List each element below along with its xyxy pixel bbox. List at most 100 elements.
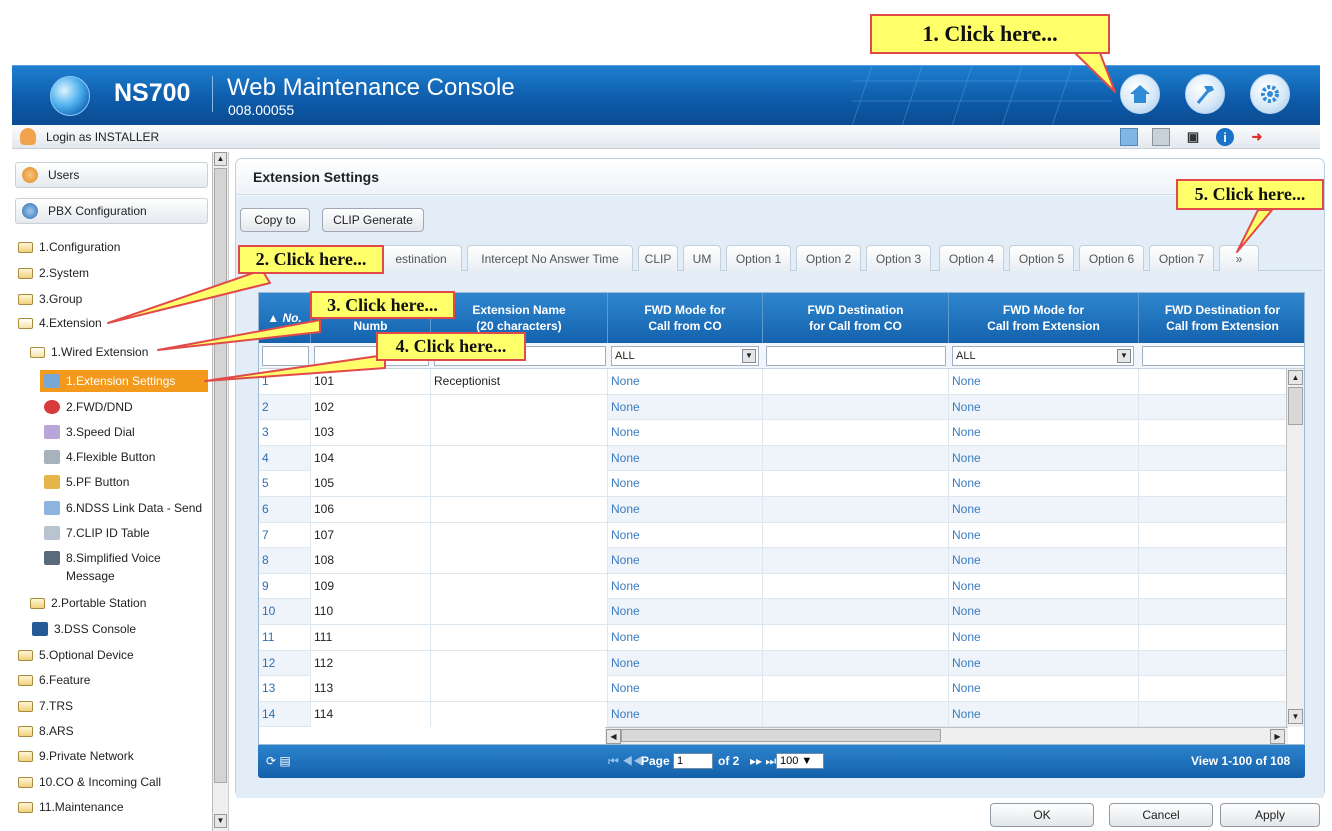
cell-destination[interactable]	[1139, 650, 1288, 676]
tab-fwd-destination[interactable]: estination	[380, 245, 462, 271]
cell-name[interactable]	[431, 548, 608, 574]
cell-number[interactable]: 109	[311, 573, 431, 599]
tree-item-wired-extension[interactable]: 1.Wired Extension	[30, 341, 148, 363]
cell-fwd_co[interactable]: None	[608, 497, 763, 522]
table-row[interactable]: 10 110 None None	[259, 599, 1288, 625]
cancel-button[interactable]: Cancel	[1109, 803, 1213, 827]
calendar-clock-icon[interactable]	[1120, 128, 1138, 146]
tree-item-feature[interactable]: 6.Feature	[18, 669, 90, 691]
column-header-fwd-mode-extension[interactable]: FWD Mode for Call from Extension	[949, 293, 1139, 343]
cell-fwd_ext[interactable]: None	[949, 650, 1139, 676]
cell-destination[interactable]	[1139, 625, 1288, 650]
cell-name[interactable]	[431, 420, 608, 446]
cell-name[interactable]	[431, 676, 608, 702]
cell-name[interactable]	[431, 573, 608, 599]
next-page-icon[interactable]: ▸▸ ⏭	[750, 754, 776, 769]
cell-destination[interactable]	[763, 420, 949, 446]
tab-option-2[interactable]: Option 2	[796, 245, 861, 271]
scroll-down-arrow-icon[interactable]: ▼	[1288, 709, 1303, 724]
cell-number[interactable]: 112	[311, 650, 431, 676]
tree-item-dss-console[interactable]: 3.DSS Console	[32, 618, 136, 640]
cell-fwd_co[interactable]: None	[608, 420, 763, 446]
grid-hscroll-thumb[interactable]	[621, 729, 941, 742]
cell-fwd_co[interactable]: None	[608, 548, 763, 574]
cell-destination[interactable]	[1139, 394, 1288, 420]
tree-item-ndss-link[interactable]: 6.NDSS Link Data - Send	[44, 497, 202, 519]
cell-fwd_ext[interactable]: None	[949, 497, 1139, 522]
filter-fwd-mode-ext-select[interactable]: ALL ▼	[952, 346, 1134, 366]
tab-option-7[interactable]: Option 7	[1149, 245, 1214, 271]
cell-destination[interactable]	[1139, 420, 1288, 446]
tree-item-private-network[interactable]: 9.Private Network	[18, 745, 134, 767]
cell-fwd_ext[interactable]: None	[949, 420, 1139, 446]
apply-button[interactable]: Apply	[1220, 803, 1320, 827]
tab-option-5[interactable]: Option 5	[1009, 245, 1074, 271]
cell-number[interactable]: 111	[311, 625, 431, 650]
cell-destination[interactable]	[1139, 548, 1288, 574]
table-row[interactable]: 5 105 None None	[259, 471, 1288, 497]
cell-number[interactable]: 103	[311, 420, 431, 446]
cell-destination[interactable]	[763, 676, 949, 702]
cell-destination[interactable]	[763, 497, 949, 522]
cell-fwd_co[interactable]: None	[608, 701, 763, 727]
scroll-up-arrow-icon[interactable]: ▲	[1288, 370, 1303, 385]
cell-fwd_ext[interactable]: None	[949, 394, 1139, 420]
tree-item-extension[interactable]: 4.Extension	[18, 312, 102, 334]
tab-option-1[interactable]: Option 1	[726, 245, 791, 271]
grid-vertical-scrollbar[interactable]: ▲ ▼	[1286, 369, 1304, 727]
cell-destination[interactable]	[1139, 522, 1288, 548]
setup-button[interactable]	[1250, 74, 1290, 114]
scroll-down-arrow-icon[interactable]: ▼	[214, 814, 227, 828]
tree-item-group[interactable]: 3.Group	[18, 288, 82, 310]
cell-number[interactable]: 105	[311, 471, 431, 497]
filter-no-input[interactable]	[262, 346, 309, 366]
tree-item-simplified-voice-message-cont[interactable]: Message	[66, 565, 115, 587]
table-row[interactable]: 2 102 None None	[259, 394, 1288, 421]
cell-number[interactable]: 104	[311, 445, 431, 471]
ok-button[interactable]: OK	[990, 803, 1094, 827]
column-header-fwd-destination-extension[interactable]: FWD Destination for Call from Extension	[1139, 293, 1304, 343]
table-row[interactable]: 12 112 None None	[259, 650, 1288, 677]
home-button[interactable]	[1120, 74, 1160, 114]
table-row[interactable]: 1 101 Receptionist None None	[259, 369, 1288, 395]
table-row[interactable]: 7 107 None None	[259, 522, 1288, 549]
filter-fwd-mode-co-select[interactable]: ALL ▼	[611, 346, 759, 366]
cell-no[interactable]: 1	[259, 369, 311, 394]
cell-destination[interactable]	[763, 394, 949, 420]
first-page-icon[interactable]: ⏮ ◀◀	[608, 754, 644, 769]
copy-to-button[interactable]: Copy to	[240, 208, 310, 232]
cell-fwd_co[interactable]: None	[608, 445, 763, 471]
cell-destination[interactable]	[1139, 599, 1288, 625]
cell-name[interactable]	[431, 471, 608, 497]
tree-item-portable-station[interactable]: 2.Portable Station	[30, 592, 146, 614]
cell-destination[interactable]	[1139, 497, 1288, 522]
cell-no[interactable]: 8	[259, 548, 311, 574]
tree-item-co-incoming-call[interactable]: 10.CO & Incoming Call	[18, 771, 161, 793]
cell-number[interactable]: 106	[311, 497, 431, 522]
cell-fwd_ext[interactable]: None	[949, 625, 1139, 650]
cell-fwd_co[interactable]: None	[608, 522, 763, 548]
cell-fwd_ext[interactable]: None	[949, 676, 1139, 702]
table-row[interactable]: 6 106 None None	[259, 497, 1288, 523]
cell-no[interactable]: 2	[259, 394, 311, 420]
tree-item-maintenance[interactable]: 11.Maintenance	[18, 796, 124, 818]
column-header-no[interactable]: ▲ No.	[259, 293, 311, 343]
cell-no[interactable]: 7	[259, 522, 311, 548]
cell-no[interactable]: 10	[259, 599, 311, 625]
cell-destination[interactable]	[763, 471, 949, 497]
tree-item-configuration[interactable]: 1.Configuration	[18, 236, 120, 258]
users-section[interactable]: Users	[15, 162, 208, 188]
clip-generate-button[interactable]: CLIP Generate	[322, 208, 424, 232]
cell-fwd_ext[interactable]: None	[949, 522, 1139, 548]
tree-item-flexible-button[interactable]: 4.Flexible Button	[44, 446, 155, 468]
cell-destination[interactable]	[763, 548, 949, 574]
page-number-input[interactable]: 1	[673, 753, 713, 769]
tab-intercept-no-answer-time[interactable]: Intercept No Answer Time	[467, 245, 633, 271]
column-header-fwd-destination-co[interactable]: FWD Destination for Call from CO	[763, 293, 949, 343]
cell-name[interactable]	[431, 650, 608, 676]
tree-item-system[interactable]: 2.System	[18, 262, 89, 284]
cell-destination[interactable]	[1139, 369, 1288, 394]
scroll-right-arrow-icon[interactable]: ▶	[1270, 729, 1285, 744]
table-row[interactable]: 3 103 None None	[259, 420, 1288, 446]
cell-fwd_co[interactable]: None	[608, 471, 763, 497]
